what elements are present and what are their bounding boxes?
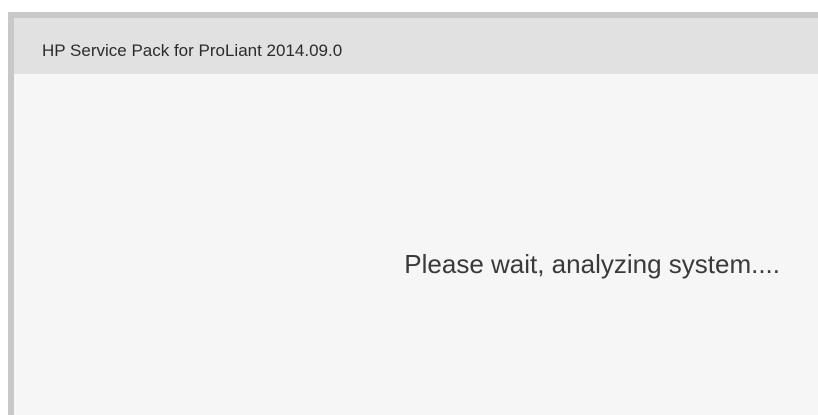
status-message: Please wait, analyzing system.... xyxy=(404,249,780,279)
content-area xyxy=(14,74,818,415)
app-window: HP Service Pack for ProLiant 2014.09.0 xyxy=(8,12,818,415)
window-title: HP Service Pack for ProLiant 2014.09.0 xyxy=(42,41,343,60)
title-bar: HP Service Pack for ProLiant 2014.09.0 xyxy=(14,18,818,74)
